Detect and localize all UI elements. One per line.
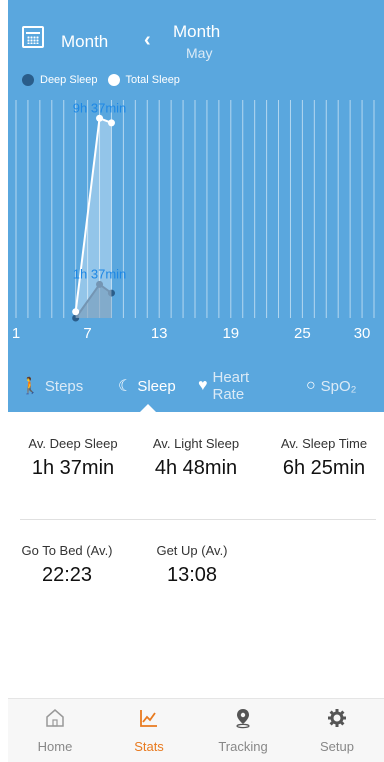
section-divider <box>20 519 376 520</box>
avg-light-sleep-label: Av. Light Sleep <box>152 436 240 451</box>
tab-spo2-label: SpO₂ <box>320 377 357 395</box>
tab-steps[interactable]: 🚶 Steps <box>20 366 83 406</box>
go-to-bed-value: 22:23 <box>41 564 93 586</box>
data-point-1-1[interactable] <box>96 114 104 122</box>
avg-go-to-bed: Go To Bed (Av.) 22:23 <box>14 543 120 587</box>
data-point-1-2[interactable] <box>107 119 115 127</box>
nav-stats-label: Stats <box>134 739 164 754</box>
legend-dot-total <box>107 74 120 86</box>
metric-tabs: 🚶 Steps ☾ Sleep ♥ Heart Rate ○ SpO₂ <box>8 366 384 412</box>
value-annotation-1: 1h 37min <box>73 266 126 281</box>
nav-home[interactable]: Home <box>8 699 102 762</box>
x-tick-label: 7 <box>83 325 92 342</box>
nav-tracking[interactable]: Tracking <box>196 699 290 762</box>
avg-sleep-time-value: 6h 25min <box>282 457 366 479</box>
tab-heart-rate[interactable]: ♥ Heart Rate <box>198 366 257 406</box>
tab-heart-rate-label: Heart Rate <box>212 369 250 403</box>
heart-icon: ♥ <box>198 377 208 394</box>
range-subtitle: May <box>186 45 213 61</box>
legend-dot-deep <box>22 74 34 86</box>
nav-setup[interactable]: Setup <box>290 699 384 762</box>
go-to-bed-label: Go To Bed (Av.) <box>21 543 113 558</box>
nav-home-label: Home <box>37 739 73 754</box>
home-icon <box>46 709 64 727</box>
tab-sleep-label: Sleep <box>137 377 176 395</box>
avg-sleep-time: Av. Sleep Time 6h 25min <box>268 436 380 480</box>
data-point-1-0[interactable] <box>72 308 80 316</box>
x-tick-label: 19 <box>222 325 240 342</box>
calendar-icon[interactable] <box>22 26 44 48</box>
value-annotation-0: 9h 37min <box>73 100 126 115</box>
x-tick-label: 25 <box>294 325 311 342</box>
get-up-value: 13:08 <box>166 564 218 586</box>
nav-tracking-label: Tracking <box>218 739 268 754</box>
tab-sleep[interactable]: ☾ Sleep <box>118 366 176 406</box>
sleep-chart: 9h 37min 1h 37min <box>8 96 384 356</box>
legend-total-sleep: Total Sleep <box>107 74 180 86</box>
walk-icon: 🚶 <box>20 378 40 395</box>
left-edge <box>0 0 8 762</box>
range-title: Month <box>173 22 221 41</box>
moon-icon: ☾ <box>118 378 133 395</box>
tab-steps-label: Steps <box>44 377 84 395</box>
avg-deep-sleep-label: Av. Deep Sleep <box>28 436 118 451</box>
location-icon <box>236 709 250 729</box>
series-area-1 <box>75 118 112 318</box>
tab-spo2[interactable]: ○ SpO₂ <box>306 366 357 406</box>
x-tick-label: 13 <box>150 325 168 342</box>
sleep-chart-svg: 9h 37min 1h 37min <box>15 100 375 322</box>
legend-label-deep: Deep Sleep <box>40 74 98 86</box>
sleep-stats: Av. Deep Sleep 1h 37min Av. Light Sleep … <box>8 412 384 698</box>
avg-deep-sleep-value: 1h 37min <box>31 457 115 479</box>
chart-legend: Deep Sleep Total Sleep <box>22 74 190 86</box>
bottom-navigation: Home Stats Tracking Setup <box>8 698 384 762</box>
stats-header: Month ‹ Month May Deep Sleep Total Sleep… <box>8 0 384 412</box>
avg-light-sleep-value: 4h 48min <box>154 457 238 479</box>
legend-deep-sleep: Deep Sleep <box>22 74 98 86</box>
period-label[interactable]: Month <box>61 32 108 52</box>
previous-arrow-icon[interactable]: ‹ <box>144 29 151 52</box>
nav-stats[interactable]: Stats <box>102 699 196 762</box>
x-tick-label: 1 <box>11 325 21 342</box>
x-axis-labels: 1 7 13 19 25 30 <box>8 325 384 345</box>
stats-icon <box>140 710 157 727</box>
x-tick-label: 30 <box>353 325 371 342</box>
avg-sleep-time-label: Av. Sleep Time <box>280 436 368 451</box>
oxygen-icon: ○ <box>306 377 316 394</box>
avg-light-sleep: Av. Light Sleep 4h 48min <box>141 436 251 480</box>
avg-get-up: Get Up (Av.) 13:08 <box>144 543 240 587</box>
get-up-label: Get Up (Av.) <box>156 543 228 558</box>
avg-deep-sleep: Av. Deep Sleep 1h 37min <box>18 436 128 480</box>
nav-setup-label: Setup <box>320 739 354 754</box>
gear-icon <box>328 709 346 727</box>
active-tab-indicator <box>140 404 156 412</box>
legend-label-total: Total Sleep <box>125 74 180 86</box>
